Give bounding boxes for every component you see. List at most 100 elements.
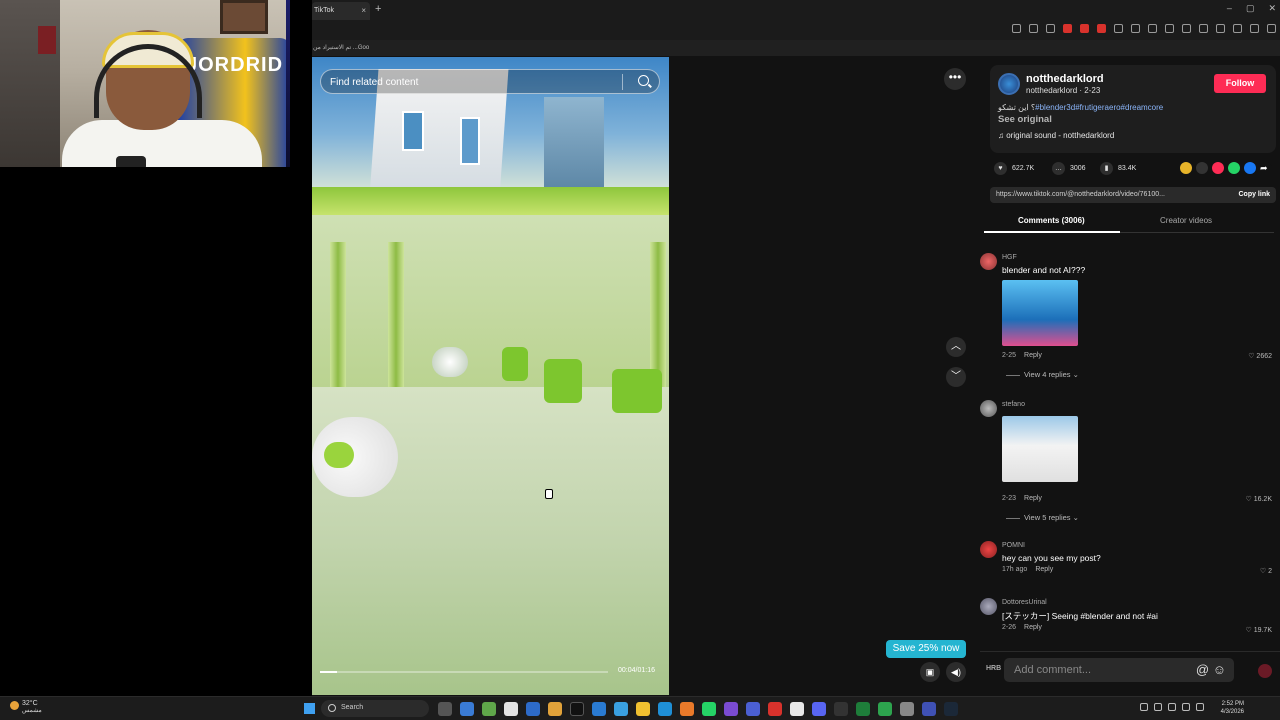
language-icon[interactable] bbox=[1168, 703, 1176, 711]
save-discount-button[interactable]: Save 25% now bbox=[886, 640, 966, 658]
like-stat[interactable]: ♥ 622.7K bbox=[994, 162, 1034, 175]
follow-button[interactable]: Follow bbox=[1214, 74, 1266, 93]
tray-chevron-icon[interactable] bbox=[1140, 703, 1148, 711]
volume-tray-icon[interactable] bbox=[1196, 703, 1204, 711]
commenter-avatar[interactable] bbox=[980, 400, 997, 417]
comment-like[interactable]: ♡ 2 bbox=[1260, 567, 1272, 575]
file-explorer-icon[interactable] bbox=[636, 702, 650, 716]
weather-icon[interactable] bbox=[10, 701, 19, 710]
next-video-button[interactable]: ﹀ bbox=[946, 367, 966, 387]
post-url[interactable]: https://www.tiktok.com/@notthedarklord/v… bbox=[996, 191, 1165, 198]
brave-icon[interactable] bbox=[768, 702, 782, 716]
reader-icon[interactable] bbox=[1012, 24, 1021, 33]
app-icon[interactable] bbox=[724, 702, 738, 716]
app-icon[interactable] bbox=[746, 702, 760, 716]
more-options-button[interactable]: ••• bbox=[944, 68, 966, 90]
sidebar-icon[interactable] bbox=[1199, 24, 1208, 33]
comment-like[interactable]: ♡ 19.7K bbox=[1245, 626, 1272, 634]
share-icon[interactable] bbox=[1046, 24, 1055, 33]
copy-link-button[interactable]: Copy link bbox=[1238, 191, 1270, 198]
chrome-icon[interactable] bbox=[790, 702, 804, 716]
vpn-icon[interactable] bbox=[1250, 24, 1259, 33]
whatsapp-icon[interactable] bbox=[1228, 162, 1240, 174]
app-icon[interactable] bbox=[592, 702, 606, 716]
wallet-icon[interactable] bbox=[1216, 24, 1225, 33]
creator-name[interactable]: notthedarklord bbox=[1026, 73, 1104, 85]
view-replies-button[interactable]: View 5 replies ⌄ bbox=[1006, 513, 1079, 522]
comment-like[interactable]: ♡ 16.2K bbox=[1245, 495, 1272, 503]
facebook-icon[interactable] bbox=[1244, 162, 1256, 174]
network-icon[interactable] bbox=[1182, 703, 1190, 711]
music-icon[interactable] bbox=[1182, 24, 1191, 33]
windows-start-icon[interactable] bbox=[304, 703, 315, 714]
commenter-name[interactable]: POMNI bbox=[1002, 542, 1025, 549]
app-icon[interactable] bbox=[504, 702, 518, 716]
commenter-name[interactable]: stefano bbox=[1002, 401, 1025, 408]
zoom-icon[interactable] bbox=[1131, 24, 1140, 33]
taskbar-search[interactable]: Search bbox=[321, 700, 429, 717]
system-clock[interactable]: 2:52 PM 4/3/2026 bbox=[1221, 700, 1244, 716]
app-icon[interactable] bbox=[834, 702, 848, 716]
commenter-name[interactable]: HGF bbox=[1002, 254, 1017, 261]
video-player[interactable]: Find related content 00:04/01:16 bbox=[312, 57, 669, 695]
task-view-icon[interactable] bbox=[438, 702, 452, 716]
whatsapp-app-icon[interactable] bbox=[702, 702, 716, 716]
volume-icon[interactable]: ◀) bbox=[946, 662, 966, 682]
view-replies-button[interactable]: View 4 replies ⌄ bbox=[1006, 370, 1079, 379]
extension-red-icon[interactable] bbox=[1097, 24, 1106, 33]
save-stat[interactable]: ▮ 83.4K bbox=[1100, 162, 1136, 175]
sound-link[interactable]: ♫ original sound - notthedarklord bbox=[998, 131, 1114, 140]
search-icon[interactable] bbox=[638, 75, 649, 86]
weather-widget[interactable]: 32°C مشمس bbox=[22, 700, 42, 714]
comment-stat[interactable]: … 3006 bbox=[1052, 162, 1086, 175]
send-to-friend-icon[interactable] bbox=[1212, 162, 1224, 174]
see-original-link[interactable]: See original bbox=[998, 114, 1052, 125]
app-icon[interactable] bbox=[460, 702, 474, 716]
previous-video-button[interactable]: ︿ bbox=[946, 337, 966, 357]
open-external-icon[interactable] bbox=[1029, 24, 1038, 33]
close-window-button[interactable]: ✕ bbox=[1268, 3, 1276, 14]
pip-icon[interactable]: ▣ bbox=[920, 662, 940, 682]
rewards-icon[interactable] bbox=[1080, 24, 1089, 33]
video-progress-bar[interactable] bbox=[320, 671, 608, 673]
commenter-name[interactable]: DottoresUrinal bbox=[1002, 599, 1047, 606]
ai-icon[interactable] bbox=[1233, 24, 1242, 33]
creator-avatar[interactable] bbox=[998, 73, 1020, 95]
app-icon[interactable] bbox=[922, 702, 936, 716]
tab-close-icon[interactable]: × bbox=[361, 6, 366, 15]
comment-like[interactable]: ♡ 2662 bbox=[1248, 352, 1272, 360]
coin-icon[interactable] bbox=[1180, 162, 1192, 174]
share-arrow-icon[interactable]: ➦ bbox=[1260, 162, 1272, 174]
minimize-button[interactable]: – bbox=[1227, 3, 1232, 14]
tiktok-app-icon[interactable] bbox=[570, 702, 584, 716]
commenter-avatar[interactable] bbox=[980, 541, 997, 558]
app-icon[interactable] bbox=[900, 702, 914, 716]
find-related-search[interactable]: Find related content bbox=[320, 69, 660, 94]
puzzle-icon[interactable] bbox=[1165, 24, 1174, 33]
discord-icon[interactable] bbox=[812, 702, 826, 716]
extension-icon[interactable] bbox=[1114, 24, 1123, 33]
steam-icon[interactable] bbox=[944, 702, 958, 716]
commenter-avatar[interactable] bbox=[980, 598, 997, 615]
telegram-icon[interactable] bbox=[614, 702, 628, 716]
edge-icon[interactable] bbox=[658, 702, 672, 716]
tray-app-icon[interactable] bbox=[1154, 703, 1162, 711]
tab-comments[interactable]: Comments (3006) bbox=[1018, 216, 1085, 225]
tab-creator-videos[interactable]: Creator videos bbox=[1160, 216, 1212, 225]
embed-icon[interactable] bbox=[1196, 162, 1208, 174]
maximize-button[interactable]: ▢ bbox=[1246, 3, 1255, 14]
reply-button[interactable]: Reply bbox=[1024, 352, 1042, 359]
new-tab-button[interactable]: + bbox=[375, 3, 381, 15]
excel-icon[interactable] bbox=[856, 702, 870, 716]
comment-image[interactable] bbox=[1002, 280, 1078, 346]
reply-button[interactable]: Reply bbox=[1035, 566, 1053, 573]
app-icon[interactable] bbox=[526, 702, 540, 716]
imported-bookmarks[interactable]: تم الاستيراد من ...Goo bbox=[313, 45, 369, 51]
hashtags-link[interactable]: #blender3d#frutigeraero#dreamcore bbox=[1035, 103, 1163, 112]
app-icon[interactable] bbox=[548, 702, 562, 716]
app-icon[interactable] bbox=[680, 702, 694, 716]
tab-tiktok[interactable]: TikTok × bbox=[312, 2, 370, 20]
send-icon[interactable] bbox=[1258, 664, 1272, 678]
comment-image[interactable] bbox=[1002, 416, 1078, 482]
app-icon[interactable] bbox=[482, 702, 496, 716]
